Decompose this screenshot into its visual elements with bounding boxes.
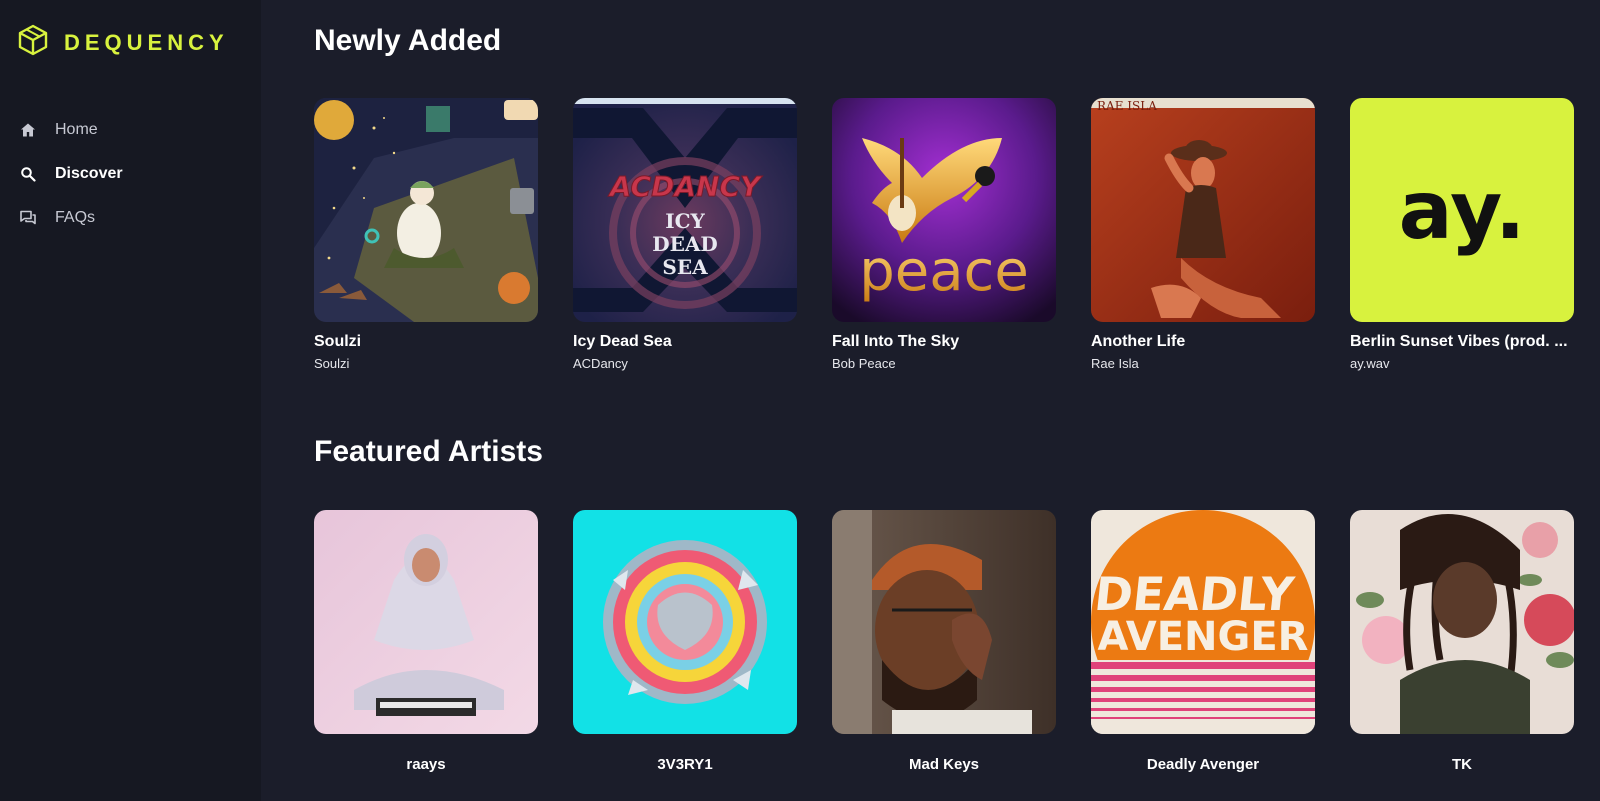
track-title[interactable]: Another Life — [1091, 333, 1315, 351]
sidebar-item-home[interactable]: Home — [0, 108, 261, 152]
cover-text-deadly: DEADLY — [1092, 567, 1297, 621]
sidebar-item-label: Discover — [55, 165, 123, 182]
sidebar-item-discover[interactable]: Discover — [0, 152, 261, 196]
artist-name[interactable]: Mad Keys — [832, 756, 1056, 773]
brand-logo[interactable]: DEQUENCY — [17, 24, 229, 61]
artist-name[interactable]: TK — [1350, 756, 1574, 773]
track-title[interactable]: Berlin Sunset Vibes (prod. ... — [1350, 333, 1574, 351]
cover-text-sea: SEA — [662, 255, 708, 279]
track-card[interactable]: Soulzi Soulzi — [314, 98, 538, 371]
album-cover[interactable]: RAE ISLA — [1091, 98, 1315, 322]
cover-text-avenger: AVENGER — [1098, 614, 1309, 660]
cover-text-rae-isla: RAE ISLA — [1097, 99, 1157, 113]
sidebar-nav: Home Discover FAQs — [0, 108, 261, 240]
main-content: Newly Added Soulzi Soulzi ACDANCY ICY DE… — [314, 0, 1600, 801]
track-card[interactable]: peace Fall Into The Sky Bob Peace — [832, 98, 1056, 371]
track-title[interactable]: Soulzi — [314, 333, 538, 351]
track-artist[interactable]: ACDancy — [573, 356, 797, 371]
track-artist[interactable]: ay.wav — [1350, 356, 1574, 371]
newly-added-row: Soulzi Soulzi ACDANCY ICY DEAD SEA Icy D… — [314, 98, 1574, 371]
cover-logo-acdancy: ACDANCY — [608, 170, 763, 203]
artist-card[interactable]: raays — [314, 510, 538, 773]
track-artist[interactable]: Rae Isla — [1091, 356, 1315, 371]
artist-photo[interactable]: DEADLY AVENGER — [1091, 510, 1315, 734]
artist-card[interactable]: Mad Keys — [832, 510, 1056, 773]
album-cover[interactable]: ACDANCY ICY DEAD SEA — [573, 98, 797, 322]
album-cover[interactable] — [314, 98, 538, 322]
artist-photo[interactable] — [1350, 510, 1574, 734]
cover-text-dead: DEAD — [652, 232, 717, 256]
track-card[interactable]: ACDANCY ICY DEAD SEA Icy Dead Sea ACDanc… — [573, 98, 797, 371]
artist-name[interactable]: raays — [314, 756, 538, 773]
chat-bubbles-icon — [20, 210, 36, 226]
featured-artists-row: raays 3V3RY1 Mad Keys DEADLY AVENGER Dea… — [314, 510, 1574, 773]
track-title[interactable]: Icy Dead Sea — [573, 333, 797, 351]
cube-logo-icon — [17, 24, 49, 61]
artist-name[interactable]: Deadly Avenger — [1091, 756, 1315, 773]
sidebar-item-faqs[interactable]: FAQs — [0, 196, 261, 240]
cover-text-peace: peace — [859, 239, 1029, 304]
track-artist[interactable]: Soulzi — [314, 356, 538, 371]
artist-name[interactable]: 3V3RY1 — [573, 756, 797, 773]
search-icon — [20, 166, 36, 182]
artist-photo[interactable] — [573, 510, 797, 734]
cover-text-icy: ICY — [665, 209, 705, 233]
track-artist[interactable]: Bob Peace — [832, 356, 1056, 371]
section-title-featured-artists: Featured Artists — [314, 435, 543, 468]
sidebar: DEQUENCY Home Discover FAQs — [0, 0, 261, 801]
sidebar-item-label: Home — [55, 121, 98, 138]
artist-card[interactable]: 3V3RY1 — [573, 510, 797, 773]
artist-photo[interactable] — [314, 510, 538, 734]
section-title-newly-added: Newly Added — [314, 24, 502, 57]
album-cover[interactable]: ay. — [1350, 98, 1574, 322]
sidebar-item-label: FAQs — [55, 209, 96, 226]
brand-name: DEQUENCY — [64, 29, 229, 55]
cover-text-ay: ay. — [1399, 164, 1526, 257]
track-card[interactable]: ay. Berlin Sunset Vibes (prod. ... ay.wa… — [1350, 98, 1574, 371]
artist-photo[interactable] — [832, 510, 1056, 734]
artist-card[interactable]: DEADLY AVENGER Deadly Avenger — [1091, 510, 1315, 773]
artist-card[interactable]: TK — [1350, 510, 1574, 773]
track-card[interactable]: RAE ISLA Another Life Rae Isla — [1091, 98, 1315, 371]
album-cover[interactable]: peace — [832, 98, 1056, 322]
home-icon — [20, 122, 36, 138]
track-title[interactable]: Fall Into The Sky — [832, 333, 1056, 351]
